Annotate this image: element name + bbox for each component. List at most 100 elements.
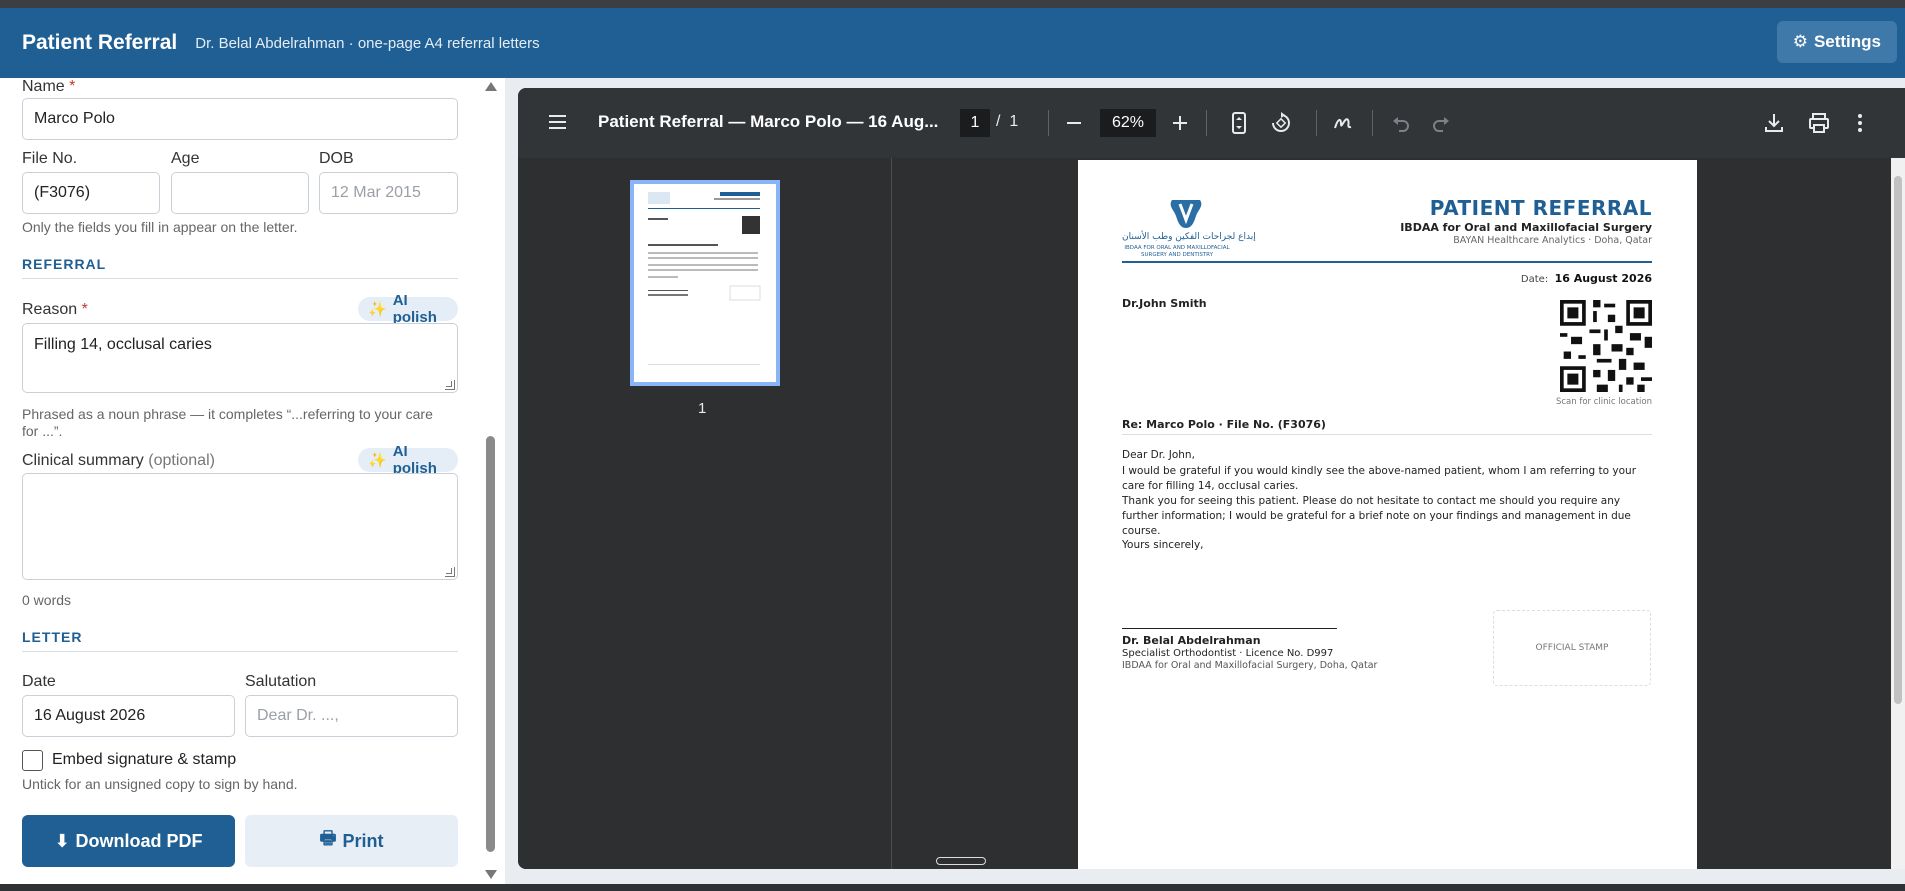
name-input[interactable]: Marco Polo bbox=[22, 98, 458, 140]
undo-icon[interactable] bbox=[1392, 114, 1410, 132]
section-divider bbox=[22, 278, 458, 279]
official-stamp-box: OFFICIAL STAMP bbox=[1493, 610, 1651, 686]
pdf-horizontal-scrollbar[interactable] bbox=[936, 857, 986, 865]
page-count: / 1 bbox=[996, 113, 1019, 130]
summary-ai-polish-button[interactable]: ✨ AI polish bbox=[358, 443, 458, 477]
printer-icon: 🖶 bbox=[319, 828, 337, 848]
scroll-down-icon[interactable] bbox=[485, 870, 497, 879]
referral-section-heading: REFERRAL bbox=[22, 256, 107, 272]
pdf-viewer: Patient Referral — Marco Polo — 16 Aug..… bbox=[518, 88, 1905, 869]
embed-signature-checkbox[interactable] bbox=[22, 750, 43, 771]
app-title: Patient Referral bbox=[22, 31, 178, 54]
logo-arabic-text: إبداع لجراحات الفكين وطب الأسنان bbox=[1122, 232, 1256, 242]
form-scrollbar[interactable] bbox=[483, 78, 497, 888]
dob-label: DOB bbox=[319, 150, 354, 167]
reason-textarea[interactable]: Filling 14, occlusal caries bbox=[22, 323, 458, 393]
word-count: 0 words bbox=[22, 592, 72, 608]
menu-icon[interactable] bbox=[548, 113, 568, 131]
summary-label: Clinical summary (optional) bbox=[22, 452, 215, 469]
ai-polish-label: AI polish bbox=[392, 292, 437, 326]
signature-org: IBDAA for Oral and Maxillofacial Surgery… bbox=[1122, 660, 1378, 671]
page-number-input[interactable]: 1 bbox=[960, 109, 990, 137]
sparkle-icon: ✨ bbox=[368, 301, 387, 318]
letter-paragraph-2: Thank you for seeing this patient. Pleas… bbox=[1122, 495, 1631, 537]
pdf-vertical-scrollbar[interactable] bbox=[1891, 158, 1905, 869]
resize-handle-icon[interactable] bbox=[445, 567, 455, 577]
toolbar-divider bbox=[1316, 110, 1317, 136]
letter-recipient: Dr.John Smith bbox=[1122, 297, 1207, 310]
scroll-up-icon[interactable] bbox=[485, 82, 497, 91]
date-label: Date bbox=[22, 673, 56, 690]
more-options-icon[interactable] bbox=[1856, 112, 1864, 134]
ai-polish-label: AI polish bbox=[392, 443, 437, 477]
window-bottom-edge bbox=[0, 884, 1905, 891]
logo-english-text: IBDAA FOR ORAL AND MAXILLOFACIAL SURGERY… bbox=[1124, 245, 1230, 258]
section-divider bbox=[22, 651, 458, 652]
app-subtitle: Dr. Belal Abdelrahman · one-page A4 refe… bbox=[195, 34, 540, 52]
reason-ai-polish-button[interactable]: ✨ AI polish bbox=[358, 292, 458, 326]
letter-title: PATIENT REFERRAL bbox=[1429, 196, 1652, 220]
download-pdf-button[interactable]: ⬇ Download PDF bbox=[22, 815, 235, 867]
embed-hint: Untick for an unsigned copy to sign by h… bbox=[22, 776, 298, 792]
letter-re-line: Re: Marco Polo · File No. (F3076) bbox=[1122, 418, 1326, 431]
document-title: Patient Referral — Marco Polo — 16 Aug..… bbox=[598, 112, 939, 131]
salutation-label: Salutation bbox=[245, 673, 317, 690]
letter-date: Date: 16 August 2026 bbox=[1520, 272, 1652, 285]
qr-code-icon bbox=[1560, 300, 1652, 392]
settings-button[interactable]: ⚙ Settings bbox=[1776, 21, 1897, 63]
resize-handle-icon[interactable] bbox=[445, 380, 455, 390]
rotate-icon[interactable] bbox=[1270, 112, 1292, 134]
qr-caption: Scan for clinic location bbox=[1555, 397, 1652, 407]
age-input[interactable] bbox=[171, 172, 309, 214]
zoom-in-icon[interactable] bbox=[1172, 115, 1188, 131]
thumbnail-preview bbox=[648, 192, 761, 365]
pdf-page: إبداع لجراحات الفكين وطب الأسنان IBDAA F… bbox=[1078, 160, 1697, 869]
dob-input[interactable]: 12 Mar 2015 bbox=[319, 172, 458, 214]
letter-org-sub: BAYAN Healthcare Analytics · Doha, Qatar bbox=[1453, 235, 1652, 246]
pdf-toolbar: Patient Referral — Marco Polo — 16 Aug..… bbox=[518, 88, 1905, 158]
age-label: Age bbox=[171, 150, 200, 167]
letter-greeting: Dear Dr. John, bbox=[1122, 449, 1195, 461]
re-divider bbox=[1122, 434, 1652, 435]
signature-line bbox=[1122, 628, 1337, 629]
pdf-page-area: إبداع لجراحات الفكين وطب الأسنان IBDAA F… bbox=[893, 158, 1905, 869]
download-icon: ⬇ bbox=[54, 830, 70, 851]
letter-header-rule bbox=[1122, 261, 1652, 263]
toolbar-divider bbox=[1206, 110, 1207, 136]
referral-form-panel: Name * Marco Polo File No. (F3076) Age D… bbox=[0, 78, 505, 888]
reason-hint: Phrased as a noun phrase — it completes … bbox=[22, 406, 433, 439]
toolbar-divider bbox=[1048, 110, 1049, 136]
zoom-level[interactable]: 62% bbox=[1100, 109, 1156, 137]
file-no-label: File No. bbox=[22, 150, 78, 167]
fields-hint: Only the fields you fill in appear on th… bbox=[22, 219, 298, 235]
page-thumbnail[interactable] bbox=[630, 180, 780, 386]
print-button[interactable]: 🖶 Print bbox=[245, 815, 458, 867]
scrollbar-thumb[interactable] bbox=[486, 436, 495, 852]
letter-section-heading: LETTER bbox=[22, 629, 83, 645]
toolbar-divider bbox=[1372, 110, 1373, 136]
app-header: Patient Referral Dr. Belal Abdelrahman ·… bbox=[0, 8, 1905, 78]
file-no-input[interactable]: (F3076) bbox=[22, 172, 160, 214]
redo-icon[interactable] bbox=[1432, 114, 1450, 132]
gear-icon: ⚙ bbox=[1792, 32, 1808, 51]
thumbnail-page-number: 1 bbox=[698, 400, 707, 417]
summary-textarea[interactable] bbox=[22, 473, 458, 580]
fit-page-icon[interactable] bbox=[1231, 112, 1247, 134]
signature-title: Specialist Orthodontist · Licence No. D9… bbox=[1122, 648, 1334, 659]
salutation-input[interactable]: Dear Dr. ..., bbox=[245, 695, 458, 737]
letter-org: IBDAA for Oral and Maxillofacial Surgery bbox=[1400, 221, 1652, 234]
thumbnail-sidebar: 1 bbox=[518, 158, 892, 869]
reason-text: Filling 14, occlusal caries bbox=[34, 336, 212, 353]
date-input[interactable]: 16 August 2026 bbox=[22, 695, 235, 737]
embed-signature-label[interactable]: Embed signature & stamp bbox=[52, 751, 236, 769]
print-icon[interactable] bbox=[1808, 112, 1830, 134]
letter-paragraph-1: I would be grateful if you would kindly … bbox=[1122, 465, 1637, 492]
download-label: Download PDF bbox=[75, 830, 203, 851]
sparkle-icon: ✨ bbox=[368, 452, 387, 469]
zoom-out-icon[interactable] bbox=[1066, 115, 1082, 131]
reason-label: Reason * bbox=[22, 301, 88, 318]
pdf-scrollbar-thumb[interactable] bbox=[1894, 176, 1902, 704]
name-label: Name * bbox=[22, 78, 76, 95]
annotate-icon[interactable] bbox=[1332, 112, 1354, 134]
download-icon[interactable] bbox=[1763, 112, 1785, 134]
